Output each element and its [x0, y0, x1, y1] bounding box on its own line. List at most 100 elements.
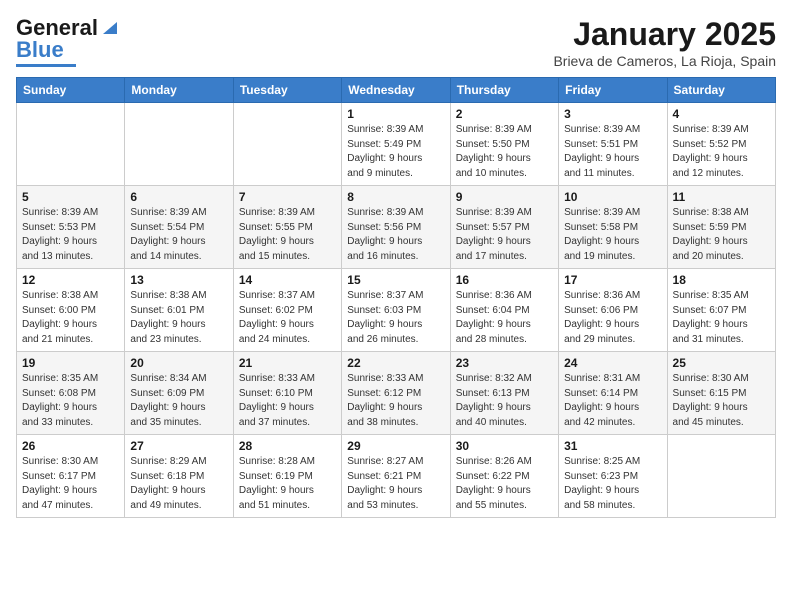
day-number: 8	[347, 190, 444, 204]
weekday-header-sunday: Sunday	[17, 78, 125, 103]
day-number: 28	[239, 439, 336, 453]
day-number: 24	[564, 356, 661, 370]
calendar-cell: 13 Sunrise: 8:38 AMSunset: 6:01 PMDayligh…	[125, 269, 233, 352]
calendar-cell	[233, 103, 341, 186]
weekday-header-wednesday: Wednesday	[342, 78, 450, 103]
calendar-cell: 22 Sunrise: 8:33 AMSunset: 6:12 PMDayligh…	[342, 352, 450, 435]
day-number: 23	[456, 356, 553, 370]
calendar-body: 1Sunrise: 8:39 AMSunset: 5:49 PMDaylight…	[17, 103, 776, 518]
day-number: 6	[130, 190, 227, 204]
calendar-cell: 21 Sunrise: 8:33 AMSunset: 6:10 PMDayligh…	[233, 352, 341, 435]
calendar-cell: 11Sunrise: 8:38 AMSunset: 5:59 PMDayligh…	[667, 186, 775, 269]
day-content: Sunrise: 8:35 AMSunset: 6:07 PMDaylight:…	[673, 289, 770, 347]
calendar-cell: 25Sunrise: 8:30 AMSunset: 6:15 PMDayligh…	[667, 352, 775, 435]
calendar-week-5: 26 Sunrise: 8:30 AMSunset: 6:17 PMDayligh…	[17, 435, 776, 518]
logo-triangle-icon	[99, 18, 117, 36]
calendar-cell	[125, 103, 233, 186]
day-number: 22	[347, 356, 444, 370]
logo-underline	[16, 64, 76, 67]
logo-text-blue: Blue	[16, 38, 64, 62]
day-number: 9	[456, 190, 553, 204]
day-content: Sunrise: 8:37 AMSunset: 6:02 PMDaylight:…	[239, 289, 336, 347]
day-content: Sunrise: 8:29 AMSunset: 6:18 PMDaylight:…	[130, 455, 227, 513]
day-content: Sunrise: 8:38 AMSunset: 6:01 PMDaylight:…	[130, 289, 227, 347]
day-number: 13	[130, 273, 227, 287]
day-number: 20	[130, 356, 227, 370]
day-number: 4	[673, 107, 770, 121]
day-content: Sunrise: 8:39 AMSunset: 5:54 PMDaylight:…	[130, 206, 227, 264]
day-content: Sunrise: 8:39 AMSunset: 5:53 PMDaylight:…	[22, 206, 119, 264]
calendar-header: SundayMondayTuesdayWednesdayThursdayFrid…	[17, 78, 776, 103]
day-content: Sunrise: 8:39 AMSunset: 5:49 PMDaylight:…	[347, 123, 444, 181]
day-number: 12	[22, 273, 119, 287]
calendar-cell: 28 Sunrise: 8:28 AMSunset: 6:19 PMDayligh…	[233, 435, 341, 518]
day-number: 25	[673, 356, 770, 370]
day-content: Sunrise: 8:33 AMSunset: 6:12 PMDaylight:…	[347, 372, 444, 430]
day-content: Sunrise: 8:39 AMSunset: 5:55 PMDaylight:…	[239, 206, 336, 264]
calendar-cell: 7 Sunrise: 8:39 AMSunset: 5:55 PMDaylight…	[233, 186, 341, 269]
page-header: General Blue January 2025 Brieva de Came…	[16, 16, 776, 69]
day-content: Sunrise: 8:36 AMSunset: 6:04 PMDaylight:…	[456, 289, 553, 347]
day-content: Sunrise: 8:28 AMSunset: 6:19 PMDaylight:…	[239, 455, 336, 513]
calendar-cell: 1Sunrise: 8:39 AMSunset: 5:49 PMDaylight…	[342, 103, 450, 186]
day-number: 17	[564, 273, 661, 287]
calendar-cell: 10Sunrise: 8:39 AMSunset: 5:58 PMDayligh…	[559, 186, 667, 269]
day-content: Sunrise: 8:39 AMSunset: 5:50 PMDaylight:…	[456, 123, 553, 181]
month-title: January 2025	[553, 16, 776, 53]
calendar-week-1: 1Sunrise: 8:39 AMSunset: 5:49 PMDaylight…	[17, 103, 776, 186]
calendar-cell: 23Sunrise: 8:32 AMSunset: 6:13 PMDayligh…	[450, 352, 558, 435]
weekday-header-tuesday: Tuesday	[233, 78, 341, 103]
day-content: Sunrise: 8:35 AMSunset: 6:08 PMDaylight:…	[22, 372, 119, 430]
calendar-cell: 27 Sunrise: 8:29 AMSunset: 6:18 PMDayligh…	[125, 435, 233, 518]
day-content: Sunrise: 8:25 AMSunset: 6:23 PMDaylight:…	[564, 455, 661, 513]
day-content: Sunrise: 8:38 AMSunset: 6:00 PMDaylight:…	[22, 289, 119, 347]
day-content: Sunrise: 8:39 AMSunset: 5:57 PMDaylight:…	[456, 206, 553, 264]
day-number: 27	[130, 439, 227, 453]
day-number: 7	[239, 190, 336, 204]
calendar-cell: 3 Sunrise: 8:39 AMSunset: 5:51 PMDaylight…	[559, 103, 667, 186]
weekday-header-row: SundayMondayTuesdayWednesdayThursdayFrid…	[17, 78, 776, 103]
calendar-week-3: 12 Sunrise: 8:38 AMSunset: 6:00 PMDayligh…	[17, 269, 776, 352]
day-content: Sunrise: 8:31 AMSunset: 6:14 PMDaylight:…	[564, 372, 661, 430]
day-content: Sunrise: 8:26 AMSunset: 6:22 PMDaylight:…	[456, 455, 553, 513]
day-number: 19	[22, 356, 119, 370]
day-number: 18	[673, 273, 770, 287]
day-number: 26	[22, 439, 119, 453]
day-number: 11	[673, 190, 770, 204]
weekday-header-monday: Monday	[125, 78, 233, 103]
calendar-cell: 17 Sunrise: 8:36 AMSunset: 6:06 PMDayligh…	[559, 269, 667, 352]
calendar-cell: 20 Sunrise: 8:34 AMSunset: 6:09 PMDayligh…	[125, 352, 233, 435]
calendar-cell: 24 Sunrise: 8:31 AMSunset: 6:14 PMDayligh…	[559, 352, 667, 435]
day-number: 29	[347, 439, 444, 453]
day-number: 5	[22, 190, 119, 204]
calendar-table: SundayMondayTuesdayWednesdayThursdayFrid…	[16, 77, 776, 518]
day-number: 10	[564, 190, 661, 204]
calendar-cell	[667, 435, 775, 518]
calendar-cell: 2 Sunrise: 8:39 AMSunset: 5:50 PMDaylight…	[450, 103, 558, 186]
location-subtitle: Brieva de Cameros, La Rioja, Spain	[553, 53, 776, 69]
day-number: 14	[239, 273, 336, 287]
calendar-cell: 26 Sunrise: 8:30 AMSunset: 6:17 PMDayligh…	[17, 435, 125, 518]
day-content: Sunrise: 8:39 AMSunset: 5:51 PMDaylight:…	[564, 123, 661, 181]
calendar-cell: 14 Sunrise: 8:37 AMSunset: 6:02 PMDayligh…	[233, 269, 341, 352]
day-content: Sunrise: 8:33 AMSunset: 6:10 PMDaylight:…	[239, 372, 336, 430]
calendar-week-4: 19 Sunrise: 8:35 AMSunset: 6:08 PMDayligh…	[17, 352, 776, 435]
calendar-cell	[17, 103, 125, 186]
day-content: Sunrise: 8:36 AMSunset: 6:06 PMDaylight:…	[564, 289, 661, 347]
day-number: 15	[347, 273, 444, 287]
calendar-cell: 29 Sunrise: 8:27 AMSunset: 6:21 PMDayligh…	[342, 435, 450, 518]
day-content: Sunrise: 8:30 AMSunset: 6:17 PMDaylight:…	[22, 455, 119, 513]
day-content: Sunrise: 8:37 AMSunset: 6:03 PMDaylight:…	[347, 289, 444, 347]
day-number: 2	[456, 107, 553, 121]
day-number: 21	[239, 356, 336, 370]
calendar-cell: 31 Sunrise: 8:25 AMSunset: 6:23 PMDayligh…	[559, 435, 667, 518]
day-number: 30	[456, 439, 553, 453]
day-content: Sunrise: 8:34 AMSunset: 6:09 PMDaylight:…	[130, 372, 227, 430]
day-content: Sunrise: 8:27 AMSunset: 6:21 PMDaylight:…	[347, 455, 444, 513]
day-number: 16	[456, 273, 553, 287]
title-area: January 2025 Brieva de Cameros, La Rioja…	[553, 16, 776, 69]
day-number: 3	[564, 107, 661, 121]
day-content: Sunrise: 8:39 AMSunset: 5:56 PMDaylight:…	[347, 206, 444, 264]
calendar-cell: 30 Sunrise: 8:26 AMSunset: 6:22 PMDayligh…	[450, 435, 558, 518]
day-number: 31	[564, 439, 661, 453]
